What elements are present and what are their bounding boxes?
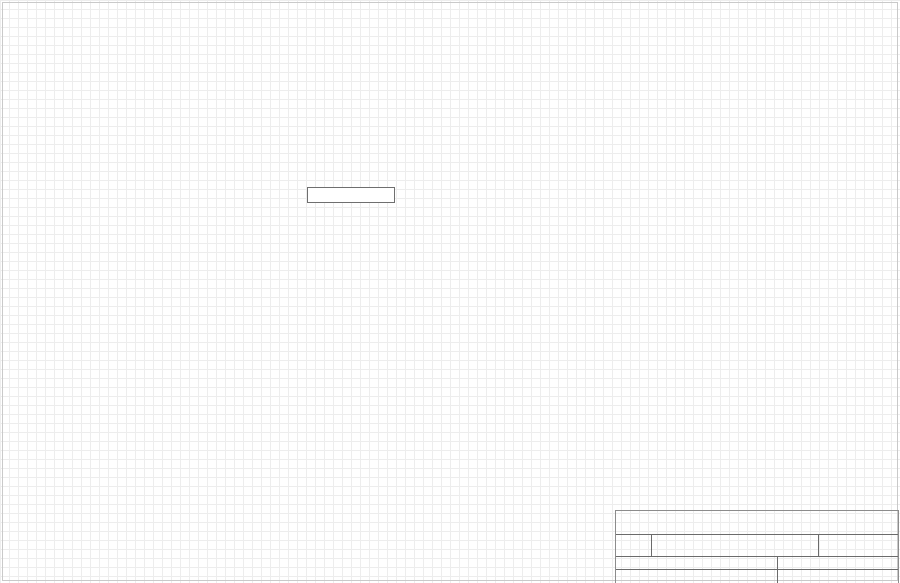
schematic-canvas <box>0 0 900 583</box>
wire-net-tooltip <box>307 187 395 203</box>
titleblock-number-cell <box>652 535 819 557</box>
titleblock-title-cell <box>616 511 898 535</box>
schematic-sheet <box>0 0 900 583</box>
titleblock-drawn-cell <box>778 570 898 583</box>
title-block <box>615 510 899 583</box>
titleblock-revision-cell <box>819 535 898 557</box>
titleblock-file-cell <box>616 570 778 583</box>
titleblock-sheet-cell <box>778 557 898 570</box>
titleblock-date-cell <box>616 557 778 570</box>
titleblock-size-cell <box>616 535 652 557</box>
